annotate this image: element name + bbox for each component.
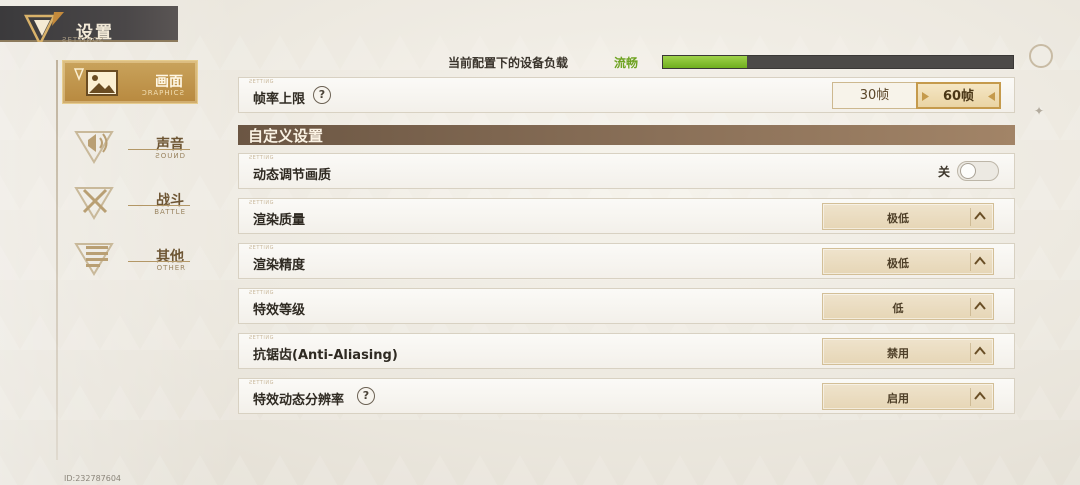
page-subtitle: ƧETTIИGƧ — [62, 36, 105, 44]
dropdown-value: 启用 — [887, 392, 909, 405]
setting-row-render-quality: ƧETTIИG 渲染质量 极低 — [238, 198, 1015, 234]
fps-label: 帧率上限 — [253, 92, 306, 107]
sidebar-item-sublabel: OTHER — [156, 264, 186, 272]
user-id: ID:232787604 — [64, 474, 122, 483]
render-quality-dropdown[interactable]: 极低 — [822, 203, 994, 230]
row-tag: ƧETTIИG — [249, 245, 274, 251]
sidebar-item-graphics[interactable]: 画面 ƆRAPHICƧ — [62, 60, 198, 104]
effect-level-label: 特效等级 — [253, 303, 306, 318]
battle-icon — [74, 187, 114, 220]
sidebar-item-underline — [128, 149, 190, 150]
effect-dynamic-resolution-dropdown[interactable]: 启用 — [822, 383, 994, 410]
setting-row-render-precision: ƧETTIИG 渲染精度 极低 — [238, 243, 1015, 279]
fps-option-60-label: 60帧 — [942, 89, 975, 104]
chevron-up-icon — [974, 391, 986, 400]
sidebar-item-underline — [128, 205, 190, 206]
back-icon[interactable] — [24, 10, 68, 48]
caret-right-icon — [922, 92, 929, 101]
other-icon — [74, 243, 114, 276]
chevron-up-icon — [974, 346, 986, 355]
sidebar-item-label: 画面 — [155, 74, 183, 90]
sound-icon — [74, 131, 114, 164]
sidebar-item-label: 其他 — [156, 249, 184, 265]
dropdown-value: 极低 — [887, 212, 909, 225]
row-tag: ƧETTIИG — [249, 290, 274, 296]
effect-level-dropdown[interactable]: 低 — [822, 293, 994, 320]
fps-option-30[interactable]: 30帧 — [832, 82, 917, 109]
row-tag: ƧETTIИG — [249, 155, 274, 161]
section-title: 自定义设置 — [248, 127, 324, 145]
dynamic-quality-toggle[interactable] — [957, 161, 999, 181]
setting-row-anti-aliasing: ƧETTIИG 抗锯齿(Anti-Aliasing) 禁用 — [238, 333, 1015, 369]
sidebar-item-sublabel: BATTLE — [154, 208, 186, 216]
dropdown-value: 禁用 — [887, 347, 909, 360]
page-header: 设置 ƧETTIИGƧ — [0, 6, 178, 42]
section-header: 自定义设置 — [238, 125, 1015, 145]
decor-ring-icon — [1029, 44, 1053, 68]
anti-aliasing-label: 抗锯齿(Anti-Aliasing) — [253, 348, 398, 363]
dropdown-value: 极低 — [887, 257, 909, 270]
sidebar-item-sublabel: ƧOUИD — [155, 152, 186, 160]
device-load-label: 当前配置下的设备负载 — [448, 56, 569, 70]
dropdown-value: 低 — [892, 302, 904, 315]
dropdown-divider — [970, 253, 971, 271]
toggle-knob — [960, 163, 976, 179]
fps-option-60[interactable]: 60帧 — [916, 82, 1001, 109]
chevron-up-icon — [974, 256, 986, 265]
row-tag: ƧETTIИG — [249, 200, 274, 206]
effect-dynamic-resolution-label: 特效动态分辨率 — [253, 393, 345, 408]
sidebar-item-label: 声音 — [156, 137, 184, 153]
caret-left-icon — [988, 92, 995, 101]
render-quality-label: 渲染质量 — [253, 213, 306, 228]
sidebar-item-battle[interactable]: 战斗 BATTLE — [62, 180, 198, 224]
device-load-fill — [663, 56, 747, 68]
setting-row-fps: ƧETTIИG 帧率上限 ? 30帧 60帧 — [238, 77, 1015, 113]
dropdown-divider — [970, 388, 971, 406]
help-icon[interactable]: ? — [313, 86, 331, 104]
decor-star-icon: ✦ — [1034, 104, 1045, 118]
sidebar-item-sublabel: ƆRAPHICƧ — [141, 89, 185, 97]
render-precision-label: 渲染精度 — [253, 258, 306, 273]
sidebar-item-underline — [128, 261, 190, 262]
chevron-up-icon — [974, 211, 986, 220]
sidebar-divider — [56, 60, 58, 460]
device-load-status: 流畅 — [614, 56, 639, 70]
device-load: 当前配置下的设备负载 流畅 — [448, 54, 1018, 70]
render-precision-dropdown[interactable]: 极低 — [822, 248, 994, 275]
sidebar-item-label: 战斗 — [156, 193, 184, 209]
sidebar-item-sound[interactable]: 声音 ƧOUИD — [62, 124, 198, 168]
row-tag: ƧETTIИG — [249, 380, 274, 386]
help-icon[interactable]: ? — [357, 387, 375, 405]
setting-row-effect-dynamic-resolution: ƧETTIИG 特效动态分辨率 ? 启用 — [238, 378, 1015, 414]
device-load-bar — [662, 55, 1014, 69]
chevron-up-icon — [974, 301, 986, 310]
row-tag: ƧETTIИG — [249, 79, 274, 85]
anti-aliasing-dropdown[interactable]: 禁用 — [822, 338, 994, 365]
dropdown-divider — [970, 208, 971, 226]
dropdown-divider — [970, 298, 971, 316]
toggle-state-label: 关 — [938, 165, 951, 179]
setting-row-effect-level: ƧETTIИG 特效等级 低 — [238, 288, 1015, 324]
dynamic-quality-label: 动态调节画质 — [253, 168, 332, 183]
dropdown-divider — [970, 343, 971, 361]
setting-row-dynamic-quality: ƧETTIИG 动态调节画质 关 — [238, 153, 1015, 189]
picture-icon — [73, 68, 118, 96]
sidebar-item-other[interactable]: 其他 OTHER — [62, 236, 198, 280]
row-tag: ƧETTIИG — [249, 335, 274, 341]
